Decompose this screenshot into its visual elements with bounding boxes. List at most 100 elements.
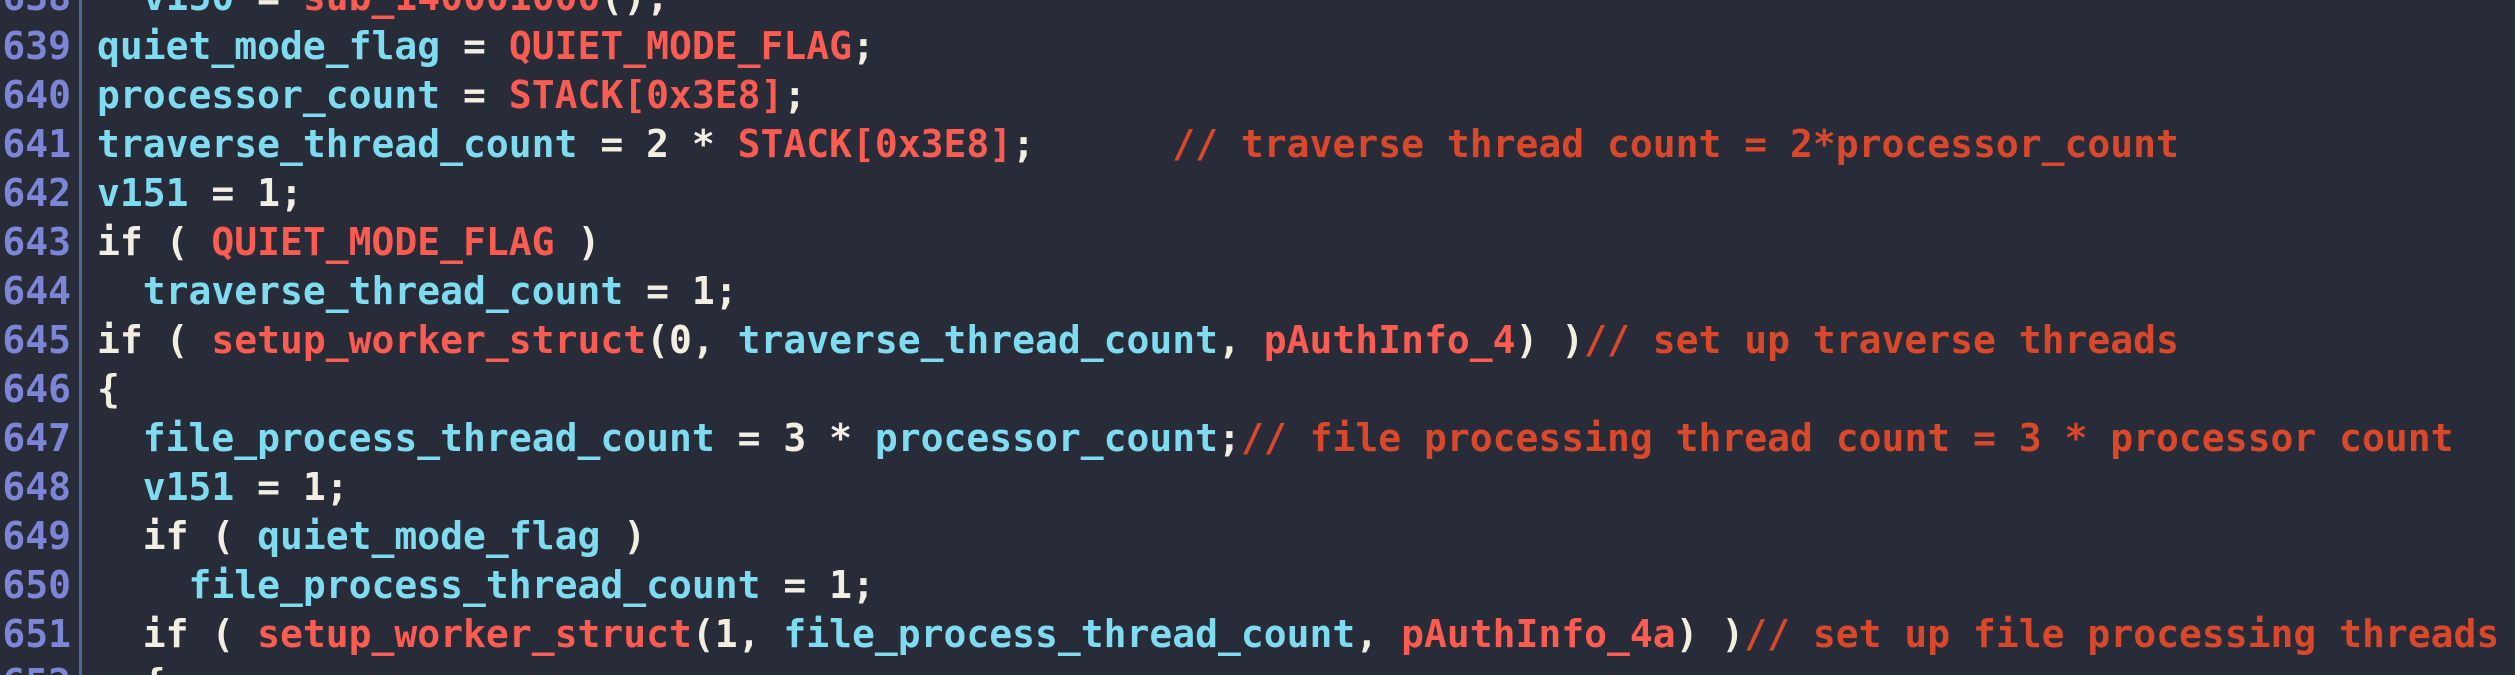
- code-line[interactable]: 639 quiet_mode_flag = QUIET_MODE_FLAG;: [0, 22, 2515, 71]
- code-surface[interactable]: 638 v150 = sub_140001000();639quiet_mode…: [0, 0, 2515, 675]
- comment-token: // set up file processing threads: [1744, 612, 2500, 656]
- code-line[interactable]: 648 v151 = 1;: [0, 463, 2515, 512]
- line-number: 648: [2, 465, 71, 509]
- gutter-separator-rule: [79, 0, 82, 675]
- global-symbol-token[interactable]: STACK[0x3E8]: [738, 122, 1013, 166]
- punctuation-token: = 1;: [188, 171, 303, 215]
- code-line[interactable]: 640 processor_count = STACK[0x3E8];: [0, 71, 2515, 120]
- code-text: if ( setup_worker_struct(1, file_process…: [97, 610, 2499, 659]
- global-symbol-token[interactable]: setup_worker_struct: [211, 318, 646, 362]
- variable-token[interactable]: quiet_mode_flag: [97, 24, 440, 68]
- code-line[interactable]: 641 traverse_thread_count = 2 * STACK[0x3…: [0, 120, 2515, 169]
- global-symbol-token[interactable]: STACK[0x3E8]: [509, 73, 784, 117]
- punctuation-token: ;: [783, 73, 807, 117]
- code-line[interactable]: 650 file_process_thread_count = 1;: [0, 561, 2515, 610]
- comment-token: // traverse thread count = 2*processor_c…: [1172, 122, 2179, 166]
- variable-token[interactable]: traverse_thread_count: [97, 122, 577, 166]
- code-line[interactable]: 652 {: [0, 659, 2515, 675]
- punctuation-token: =: [440, 73, 509, 117]
- punctuation-token: ;: [1012, 122, 1173, 166]
- line-number: 652: [0, 659, 71, 675]
- variable-token[interactable]: file_process_thread_count: [783, 612, 1355, 656]
- line-number: 638: [0, 0, 71, 22]
- global-symbol-token[interactable]: sub_140001000: [303, 0, 600, 19]
- code-text: v150 = sub_140001000();: [97, 0, 669, 22]
- variable-token[interactable]: quiet_mode_flag: [257, 514, 600, 558]
- punctuation-token: = 2 *: [577, 122, 738, 166]
- variable-token[interactable]: v151: [97, 171, 189, 215]
- code-line[interactable]: 638 v150 = sub_140001000();: [0, 0, 2515, 22]
- line-number: 643: [2, 220, 71, 264]
- code-text: if ( setup_worker_struct(0, traverse_thr…: [97, 316, 2179, 365]
- punctuation-token: = 1;: [234, 465, 349, 509]
- punctuation-token: {: [143, 661, 166, 675]
- comment-token: // file processing thread count = 3 * pr…: [1240, 416, 2454, 460]
- code-line[interactable]: 644 traverse_thread_count = 1;: [0, 267, 2515, 316]
- global-symbol-token[interactable]: setup_worker_struct: [257, 612, 692, 656]
- line-number: 644: [2, 269, 71, 313]
- punctuation-token: if (: [142, 612, 258, 656]
- punctuation-token: if (: [97, 318, 212, 362]
- punctuation-token: = 1;: [760, 563, 875, 607]
- variable-token[interactable]: file_process_thread_count: [143, 416, 715, 460]
- punctuation-token: (0,: [646, 318, 738, 362]
- punctuation-token: ();: [600, 0, 669, 19]
- punctuation-token: [97, 0, 143, 19]
- punctuation-token: ) ): [1675, 612, 1745, 656]
- punctuation-token: {: [97, 367, 120, 411]
- code-line[interactable]: 643 if ( QUIET_MODE_FLAG ): [0, 218, 2515, 267]
- variable-token[interactable]: v150: [143, 0, 235, 19]
- punctuation-token: if (: [97, 220, 212, 264]
- line-number: 640: [2, 73, 71, 117]
- global-symbol-token[interactable]: QUIET_MODE_FLAG: [509, 24, 852, 68]
- punctuation-token: ): [600, 514, 647, 558]
- code-line[interactable]: 645 if ( setup_worker_struct(0, traverse_…: [0, 316, 2515, 365]
- global-symbol-token[interactable]: pAuthInfo_4: [1264, 318, 1516, 362]
- code-line[interactable]: 647 file_process_thread_count = 3 * proc…: [0, 414, 2515, 463]
- punctuation-token: ;: [1218, 416, 1241, 460]
- punctuation-token: ;: [851, 24, 875, 68]
- punctuation-token: (1,: [691, 612, 784, 656]
- variable-token[interactable]: traverse_thread_count: [738, 318, 1218, 362]
- comment-token: // set up traverse threads: [1584, 318, 2179, 362]
- punctuation-token: = 3 *: [714, 416, 875, 460]
- code-line[interactable]: 651 if ( setup_worker_struct(1, file_pro…: [0, 610, 2515, 659]
- code-line[interactable]: 649 if ( quiet_mode_flag ): [0, 512, 2515, 561]
- code-text: processor_count = STACK[0x3E8];: [97, 71, 806, 120]
- code-line[interactable]: 642 v151 = 1;: [0, 169, 2515, 218]
- variable-token[interactable]: processor_count: [875, 416, 1218, 460]
- code-text: file_process_thread_count = 3 * processo…: [97, 414, 2454, 463]
- code-line[interactable]: 646 {: [0, 365, 2515, 414]
- variable-token[interactable]: file_process_thread_count: [189, 563, 761, 607]
- line-number: 649: [2, 514, 71, 558]
- variable-token[interactable]: v151: [143, 465, 235, 509]
- global-symbol-token[interactable]: pAuthInfo_4a: [1401, 612, 1676, 656]
- code-text: v151 = 1;: [97, 463, 349, 512]
- code-text: {: [97, 365, 120, 414]
- punctuation-token: ): [554, 220, 601, 264]
- code-text: if ( quiet_mode_flag ): [97, 512, 646, 561]
- line-number: 639: [2, 24, 71, 68]
- code-text: if ( QUIET_MODE_FLAG ): [97, 218, 600, 267]
- punctuation-token: ,: [1355, 612, 1402, 656]
- line-number: 641: [2, 122, 71, 166]
- code-text: quiet_mode_flag = QUIET_MODE_FLAG;: [97, 22, 875, 71]
- punctuation-token: =: [440, 24, 509, 68]
- decompiler-pseudocode-view[interactable]: 638 v150 = sub_140001000();639quiet_mode…: [0, 0, 2515, 675]
- global-symbol-token[interactable]: QUIET_MODE_FLAG: [211, 220, 554, 264]
- punctuation-token: ) ): [1515, 318, 1585, 362]
- code-text: traverse_thread_count = 2 * STACK[0x3E8]…: [97, 120, 2179, 169]
- code-text: file_process_thread_count = 1;: [97, 561, 875, 610]
- line-number: 647: [2, 416, 71, 460]
- variable-token[interactable]: traverse_thread_count: [143, 269, 623, 313]
- variable-token[interactable]: processor_count: [97, 73, 440, 117]
- punctuation-token: ,: [1218, 318, 1264, 362]
- punctuation-token: = 1;: [623, 269, 738, 313]
- punctuation-token: =: [234, 0, 303, 19]
- line-number: 645: [2, 318, 71, 362]
